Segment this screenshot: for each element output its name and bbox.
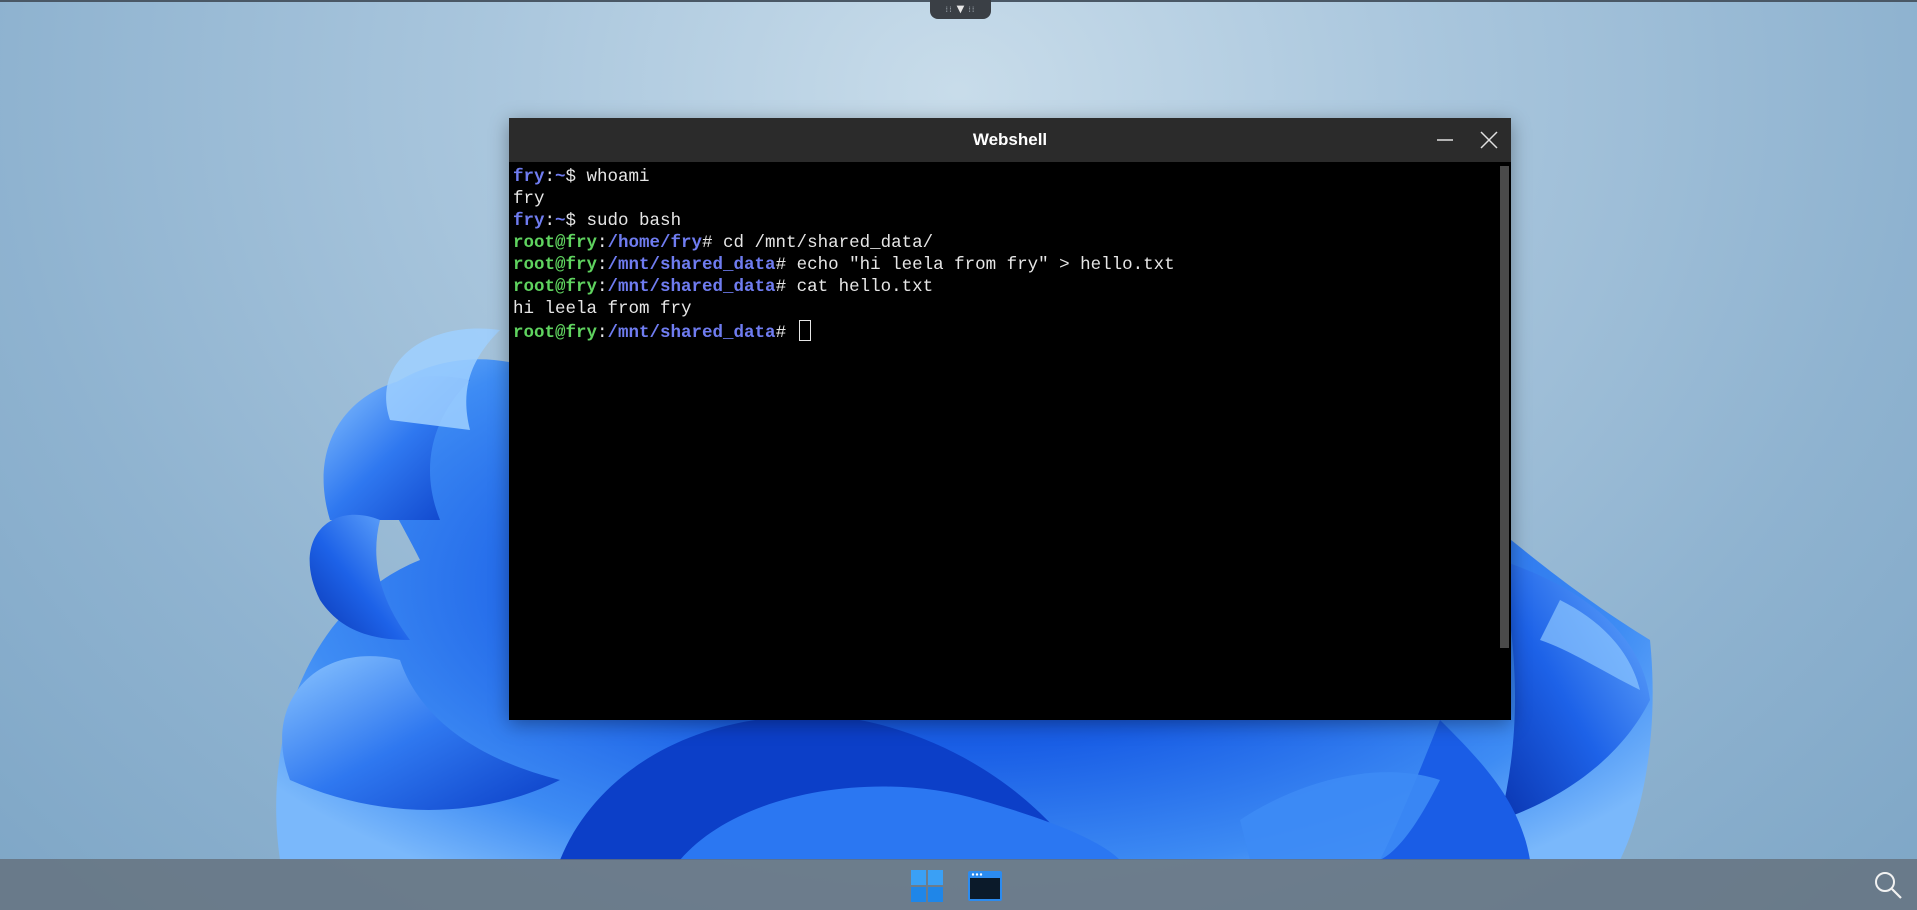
terminal-line: root@fry:/mnt/shared_data# bbox=[513, 320, 1497, 343]
chevron-down-icon: ▼ bbox=[956, 4, 965, 15]
terminal-text: fry bbox=[513, 211, 545, 231]
terminal-text: fry bbox=[513, 189, 545, 209]
terminal-text: /home/fry bbox=[607, 233, 703, 253]
terminal-text: # echo "hi leela from fry" > hello.txt bbox=[775, 255, 1175, 275]
terminal-text: fry bbox=[513, 167, 545, 187]
terminal-line: hi leela from fry bbox=[513, 298, 1497, 320]
terminal-text: /mnt/shared_data bbox=[607, 323, 776, 343]
close-button[interactable] bbox=[1473, 124, 1505, 156]
terminal-text: $ whoami bbox=[565, 167, 650, 187]
terminal-text: : bbox=[597, 277, 608, 297]
taskbar bbox=[0, 859, 1917, 910]
window-title: Webshell bbox=[972, 130, 1048, 149]
terminal-text: /mnt/shared_data bbox=[607, 277, 776, 297]
terminal-text: # bbox=[775, 323, 797, 343]
terminal-text: hi leela from fry bbox=[513, 299, 692, 319]
terminal-text: root@fry bbox=[513, 277, 598, 297]
terminal-text: root@fry bbox=[513, 255, 598, 275]
terminal-text: : bbox=[597, 233, 608, 253]
windows-start-icon bbox=[911, 870, 943, 902]
start-button[interactable] bbox=[910, 869, 944, 903]
terminal-text: : bbox=[597, 323, 608, 343]
terminal-text: /mnt/shared_data bbox=[607, 255, 776, 275]
terminal-scrollbar[interactable] bbox=[1497, 162, 1511, 720]
terminal-line: root@fry:/mnt/shared_data# echo "hi leel… bbox=[513, 254, 1497, 276]
terminal-text: # cat hello.txt bbox=[775, 277, 934, 297]
webshell-window[interactable]: Webshell fry:~$ whoami fry fry:~$ sudo bas… bbox=[509, 118, 1511, 720]
terminal-line: root@fry:/mnt/shared_data# cat hello.txt bbox=[513, 276, 1497, 298]
terminal-line: fry:~$ whoami bbox=[513, 166, 1497, 188]
terminal-text: # cd /mnt/shared_data/ bbox=[702, 233, 934, 253]
terminal-line: root@fry:/home/fry# cd /mnt/shared_data/ bbox=[513, 232, 1497, 254]
terminal-output[interactable]: fry:~$ whoami fry fry:~$ sudo bash root@fry… bbox=[509, 162, 1497, 720]
terminal-text: root@fry bbox=[513, 323, 598, 343]
grip-dots-icon: ⁞⁞ bbox=[945, 5, 953, 14]
search-icon bbox=[1875, 872, 1902, 899]
scrollbar-thumb[interactable] bbox=[1500, 166, 1509, 648]
grip-dots-icon: ⁞⁞ bbox=[968, 5, 976, 14]
terminal-text: : bbox=[544, 167, 556, 187]
terminal-line: fry:~$ sudo bash bbox=[513, 210, 1497, 232]
terminal-text: $ sudo bash bbox=[565, 211, 682, 231]
window-titlebar[interactable]: Webshell bbox=[509, 118, 1511, 162]
terminal-text: ~ bbox=[555, 211, 566, 231]
terminal-app-icon bbox=[968, 871, 1002, 901]
terminal-text: root@fry bbox=[513, 233, 598, 253]
close-icon bbox=[1480, 131, 1498, 149]
terminal-line: fry bbox=[513, 188, 1497, 210]
search-button[interactable] bbox=[1872, 869, 1904, 903]
terminal-cursor bbox=[798, 320, 811, 341]
minimize-button[interactable] bbox=[1429, 124, 1461, 156]
minimize-icon bbox=[1437, 139, 1453, 141]
terminal-text: ~ bbox=[555, 167, 566, 187]
session-handle[interactable]: ⁞⁞ ▼ ⁞⁞ bbox=[930, 0, 991, 19]
terminal-text: : bbox=[544, 211, 556, 231]
terminal-text: : bbox=[597, 255, 608, 275]
taskbar-webshell-button[interactable] bbox=[967, 869, 1003, 903]
